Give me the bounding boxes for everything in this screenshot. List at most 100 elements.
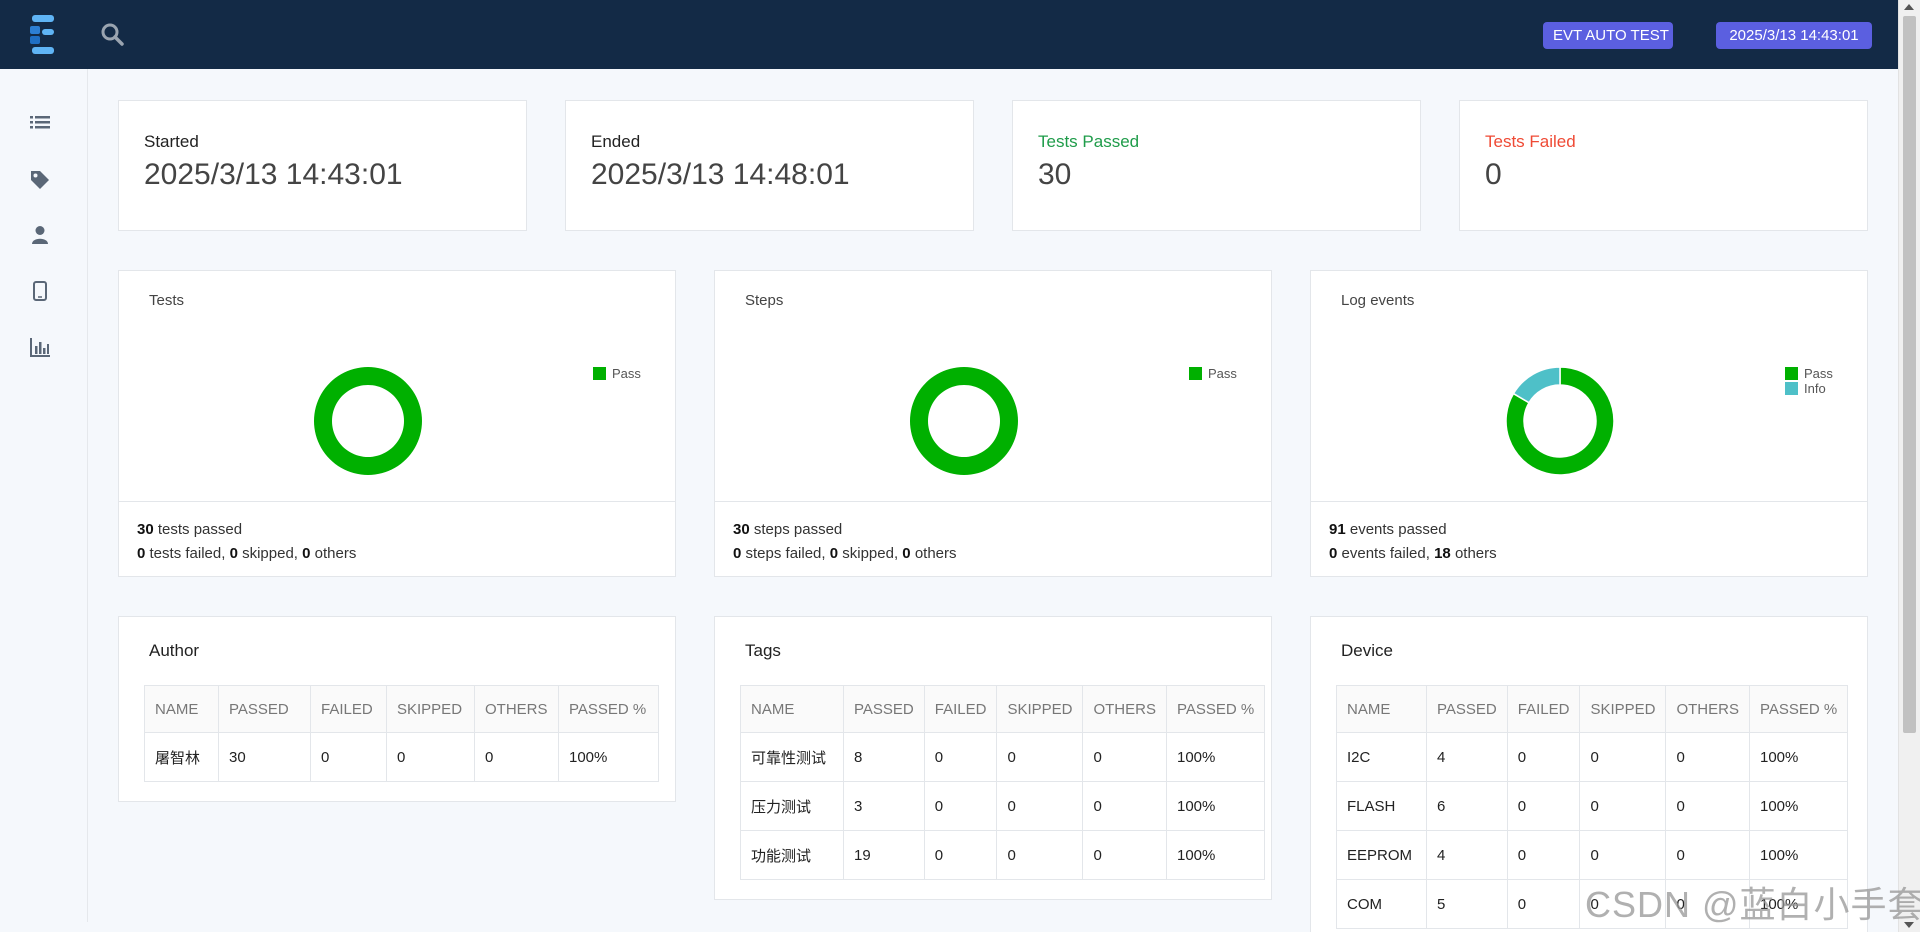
column-header[interactable]: OTHERS	[474, 685, 559, 733]
column-header[interactable]: PASSED %	[558, 685, 659, 733]
legend-item-info[interactable]: Info	[1785, 381, 1833, 396]
pass-swatch	[593, 367, 606, 380]
page-scrollbar[interactable]	[1898, 0, 1920, 932]
donut-slice-pass[interactable]	[909, 367, 1018, 475]
table-cell: 0	[1506, 830, 1581, 880]
column-header[interactable]: PASSED	[843, 685, 925, 733]
column-header[interactable]: PASSED %	[1165, 685, 1266, 733]
steps-failed-count: 0	[733, 545, 742, 562]
table-cell: 0	[1579, 830, 1667, 880]
legend-item-pass[interactable]: Pass	[1189, 366, 1237, 381]
tablet-icon[interactable]	[28, 279, 52, 303]
table-cell: 0	[474, 732, 559, 782]
legend-label: Pass	[1804, 366, 1833, 381]
bar-chart-icon[interactable]	[28, 335, 52, 359]
table-row[interactable]: 屠智林 30 0 0 0 100%	[144, 732, 659, 782]
events-passed-text: events passed	[1349, 521, 1447, 538]
table-cell: 功能测试	[740, 830, 844, 880]
table-row[interactable]: 压力测试 3 0 0 0 100%	[740, 781, 1266, 831]
author-table: NAME PASSED FAILED SKIPPED OTHERS PASSED % 屠智林…	[144, 685, 659, 782]
column-header[interactable]: SKIPPED	[1579, 685, 1667, 733]
tests-failed-text: tests failed,	[149, 545, 226, 562]
legend-item-pass[interactable]: Pass	[593, 366, 641, 381]
table-cell: 0	[923, 732, 998, 782]
events-others-count: 18	[1434, 545, 1451, 562]
column-header[interactable]: SKIPPED	[996, 685, 1084, 733]
table-cell: 4	[1426, 732, 1508, 782]
tests-others-count: 0	[302, 545, 311, 562]
pass-swatch	[1189, 367, 1202, 380]
author-title: Author	[149, 641, 200, 660]
column-header[interactable]: FAILED	[310, 685, 387, 733]
search-icon[interactable]	[100, 22, 126, 48]
table-cell: 19	[843, 830, 925, 880]
tests-passed-text: tests passed	[157, 521, 243, 538]
tags-table: NAME PASSED FAILED SKIPPED OTHERS PASSED % 可靠性…	[740, 685, 1266, 880]
table-header-row: NAME PASSED FAILED SKIPPED OTHERS PASSED %	[740, 685, 1266, 733]
table-cell: 0	[1579, 781, 1667, 831]
project-name-badge: EVT AUTO TEST	[1543, 22, 1673, 49]
sidebar-nav	[0, 69, 88, 922]
table-cell: FLASH	[1336, 781, 1427, 831]
table-cell: 0	[1665, 732, 1750, 782]
column-header[interactable]: SKIPPED	[386, 685, 475, 733]
table-cell: 100%	[1165, 732, 1266, 782]
column-header[interactable]: NAME	[144, 685, 219, 733]
table-cell: 0	[1506, 732, 1581, 782]
table-row[interactable]: 功能测试 19 0 0 0 100%	[740, 830, 1266, 880]
legend-item-pass[interactable]: Pass	[1785, 366, 1833, 381]
column-header[interactable]: NAME	[740, 685, 844, 733]
table-cell: 6	[1426, 781, 1508, 831]
table-cell: 3	[843, 781, 925, 831]
donut-slice-pass[interactable]	[313, 367, 422, 475]
table-cell: 0	[1665, 830, 1750, 880]
steps-failed-text: steps failed,	[745, 545, 826, 562]
tests-failed-card: Tests Failed 0	[1459, 100, 1868, 231]
steps-skipped-text: skipped,	[842, 545, 899, 562]
table-cell: 0	[1082, 830, 1167, 880]
info-swatch	[1785, 382, 1798, 395]
legend-label: Info	[1804, 381, 1826, 396]
tests-skipped-count: 0	[229, 545, 238, 562]
tag-icon[interactable]	[28, 168, 52, 192]
table-cell: 0	[996, 830, 1084, 880]
table-cell: 0	[996, 781, 1084, 831]
app-logo-icon[interactable]	[28, 14, 64, 56]
steps-chart-card: Steps Pass 30 steps passed 0 steps faile…	[714, 270, 1272, 577]
tests-passed-value: 30	[1038, 158, 1072, 191]
tests-chart-card: Tests Pass 30 tests passed 0 tests faile…	[118, 270, 676, 577]
log-events-chart-summary: 91 events passed 0 events failed, 18 oth…	[1311, 501, 1867, 577]
table-cell: I2C	[1336, 732, 1427, 782]
table-row[interactable]: EEPROM 4 0 0 0 100%	[1336, 830, 1849, 880]
table-cell: 100%	[558, 732, 659, 782]
tests-skipped-text: skipped,	[242, 545, 298, 562]
tests-failed-value: 0	[1485, 158, 1502, 191]
steps-skipped-count: 0	[829, 545, 839, 562]
scroll-thumb[interactable]	[1903, 16, 1916, 733]
table-row[interactable]: 可靠性测试 8 0 0 0 100%	[740, 732, 1266, 782]
tests-chart-summary: 30 tests passed 0 tests failed, 0 skippe…	[119, 501, 675, 577]
table-cell: 0	[1579, 732, 1667, 782]
column-header[interactable]: FAILED	[1506, 685, 1581, 733]
column-header[interactable]: PASSED	[218, 685, 311, 733]
column-header[interactable]: OTHERS	[1082, 685, 1167, 733]
tests-chart-legend: Pass	[593, 366, 641, 381]
table-cell: 屠智林	[144, 732, 219, 782]
column-header[interactable]: FAILED	[923, 685, 998, 733]
log-events-chart-legend: Pass Info	[1785, 366, 1833, 396]
user-icon[interactable]	[28, 223, 52, 247]
donut-slice-info[interactable]	[1512, 366, 1561, 404]
ended-card: Ended 2025/3/13 14:48:01	[565, 100, 974, 231]
column-header[interactable]: PASSED	[1426, 685, 1508, 733]
list-icon[interactable]	[28, 111, 52, 135]
column-header[interactable]: PASSED %	[1748, 685, 1849, 733]
table-row[interactable]: FLASH 6 0 0 0 100%	[1336, 781, 1849, 831]
table-cell: 0	[386, 732, 475, 782]
started-label: Started	[144, 132, 199, 151]
column-header[interactable]: NAME	[1336, 685, 1427, 733]
table-row[interactable]: I2C 4 0 0 0 100%	[1336, 732, 1849, 782]
column-header[interactable]: OTHERS	[1665, 685, 1750, 733]
table-cell: 100%	[1748, 732, 1849, 782]
scroll-up-arrow-icon[interactable]	[1904, 4, 1914, 10]
table-cell: 0	[1665, 781, 1750, 831]
